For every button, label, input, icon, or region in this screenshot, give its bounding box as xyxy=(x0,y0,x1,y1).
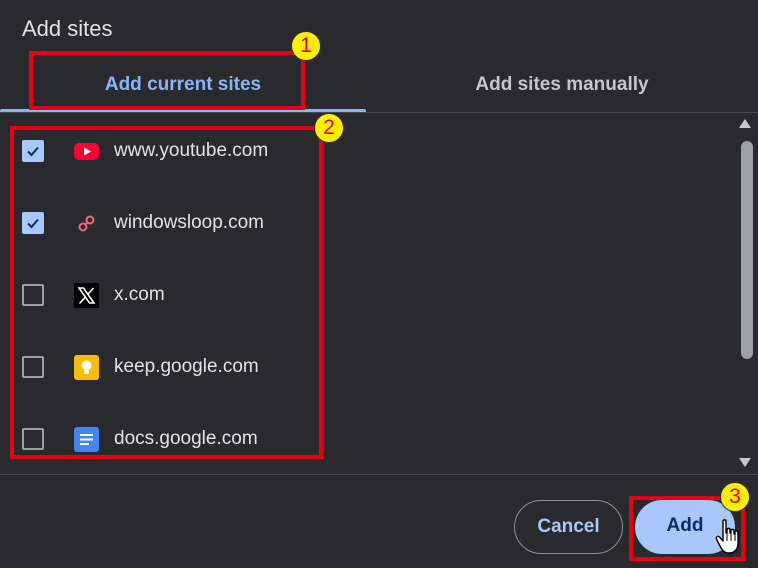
add-sites-dialog: Add sites Add current sites Add sites ma… xyxy=(0,0,758,568)
annotation-badge: 2 xyxy=(314,113,344,143)
footer-divider xyxy=(0,474,758,475)
scroll-down-arrow-icon[interactable] xyxy=(739,458,751,467)
scroll-up-arrow-icon[interactable] xyxy=(739,119,751,128)
annotation-box-site-list xyxy=(10,126,323,459)
annotation-badge: 1 xyxy=(291,31,321,61)
tab-add-sites-manually[interactable]: Add sites manually xyxy=(366,70,758,100)
cancel-button[interactable]: Cancel xyxy=(514,500,623,554)
annotation-box-tab xyxy=(29,51,305,110)
annotation-badge: 3 xyxy=(720,482,750,512)
hand-pointer-cursor-icon xyxy=(715,519,739,554)
scrollbar-thumb[interactable] xyxy=(741,141,753,359)
dialog-title: Add sites xyxy=(22,16,113,41)
